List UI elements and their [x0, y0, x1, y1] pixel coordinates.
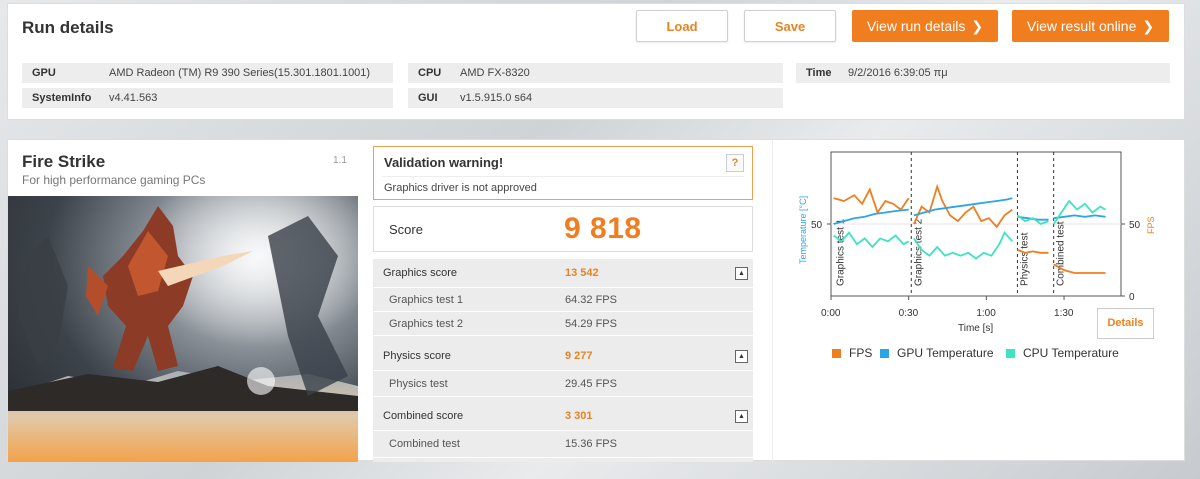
gui-key: GUI	[418, 92, 438, 104]
cpu-info: CPU AMD FX-8320	[408, 63, 783, 83]
fps-swatch	[832, 349, 841, 359]
physics-test-label: Physics test	[389, 378, 448, 390]
monitoring-chart-area	[772, 140, 1186, 462]
physics-test-row: Physics test 29.45 FPS	[373, 371, 753, 397]
run-details-panel: Run details Load Save View run details ❯ …	[7, 3, 1185, 120]
chevron-right-icon: ❯	[971, 18, 984, 34]
gpu-info: GPU AMD Radeon (TM) R9 390 Series(15.301…	[22, 63, 393, 83]
score-box: Score 9 818	[373, 206, 753, 252]
legend-label: CPU Temperature	[1023, 346, 1119, 360]
graphics-test-1-value: 64.32 FPS	[565, 294, 617, 306]
benchmark-artwork	[8, 196, 358, 462]
physics-test-value: 29.45 FPS	[565, 378, 617, 390]
validation-warning-message: Graphics driver is not approved	[384, 182, 537, 194]
time-key: Time	[806, 67, 832, 79]
save-button[interactable]: Save	[744, 10, 836, 42]
systeminfo-key: SystemInfo	[32, 92, 92, 104]
graphics-test-2-value: 54.29 FPS	[565, 318, 617, 330]
fire-strike-panel: Fire Strike For high performance gaming …	[7, 139, 1186, 462]
run-details-title: Run details	[22, 18, 114, 37]
gpu-key: GPU	[32, 67, 56, 79]
graphics-test-2-row: Graphics test 2 54.29 FPS	[373, 312, 753, 336]
load-button[interactable]: Load	[636, 10, 728, 42]
legend-item-gpu-temperature: GPU Temperature	[880, 346, 994, 360]
gpu-value: AMD Radeon (TM) R9 390 Series(15.301.180…	[109, 67, 371, 79]
collapse-icon[interactable]: ▲	[735, 350, 748, 363]
benchmark-title: Fire Strike	[22, 152, 106, 171]
score-label: Score	[389, 222, 423, 237]
benchmark-subtitle: For high performance gaming PCs	[22, 173, 206, 187]
combined-test-row: Combined test 15.36 FPS	[373, 431, 753, 458]
graphics-score-label: Graphics score	[383, 267, 457, 279]
time-value: 9/2/2016 6:39:05 πμ	[848, 67, 948, 79]
legend-item-cpu-temperature: CPU Temperature	[1006, 346, 1119, 360]
gui-info: GUI v1.5.915.0 s64	[408, 88, 783, 108]
systeminfo-value: v4.41.563	[109, 92, 158, 104]
time-info: Time 9/2/2016 6:39:05 πμ	[796, 63, 1170, 83]
physics-score-value: 9 277	[565, 350, 593, 362]
graphics-score-value: 13 542	[565, 267, 599, 279]
score-breakdown: Graphics score 13 542 ▲ Graphics test 1 …	[373, 259, 753, 462]
legend-label: GPU Temperature	[897, 346, 994, 360]
benchmark-version: 1.1	[333, 155, 347, 166]
systeminfo-info: SystemInfo v4.41.563	[22, 88, 393, 108]
legend-label: FPS	[849, 346, 873, 360]
divider	[382, 176, 744, 177]
chevron-right-icon: ❯	[1142, 18, 1155, 34]
help-button[interactable]: ?	[726, 154, 744, 172]
graphics-test-2-label: Graphics test 2	[389, 318, 463, 330]
physics-score-row: Physics score 9 277 ▲	[373, 342, 753, 371]
combined-score-label: Combined score	[383, 410, 464, 422]
cpu-key: CPU	[418, 67, 442, 79]
validation-warning: Validation warning! ? Graphics driver is…	[373, 146, 753, 200]
gpu-swatch	[880, 349, 889, 359]
physics-score-label: Physics score	[383, 350, 451, 362]
view-run-details-label: View run details	[866, 18, 966, 34]
combined-test-label: Combined test	[389, 438, 460, 450]
graphics-test-1-label: Graphics test 1	[389, 294, 463, 306]
gui-value: v1.5.915.0 s64	[460, 92, 533, 104]
validation-warning-title: Validation warning!	[384, 155, 504, 170]
cpu-swatch	[1006, 349, 1015, 359]
cpu-value: AMD FX-8320	[460, 67, 530, 79]
combined-test-value: 15.36 FPS	[565, 438, 617, 450]
combined-score-value: 3 301	[565, 410, 593, 422]
collapse-icon[interactable]: ▲	[735, 410, 748, 423]
graphics-score-row: Graphics score 13 542 ▲	[373, 259, 753, 288]
score-value: 9 818	[564, 212, 642, 245]
details-button[interactable]: Details	[1097, 308, 1154, 339]
graphics-test-1-row: Graphics test 1 64.32 FPS	[373, 288, 753, 312]
view-result-online-label: View result online	[1026, 18, 1137, 34]
collapse-icon[interactable]: ▲	[735, 267, 748, 280]
view-run-details-button[interactable]: View run details ❯	[852, 10, 998, 42]
combined-score-row: Combined score 3 301 ▲	[373, 402, 753, 431]
fire-strike-artwork-image	[8, 196, 358, 462]
legend-item-fps: FPS	[832, 346, 872, 360]
view-result-online-button[interactable]: View result online ❯	[1012, 10, 1169, 42]
